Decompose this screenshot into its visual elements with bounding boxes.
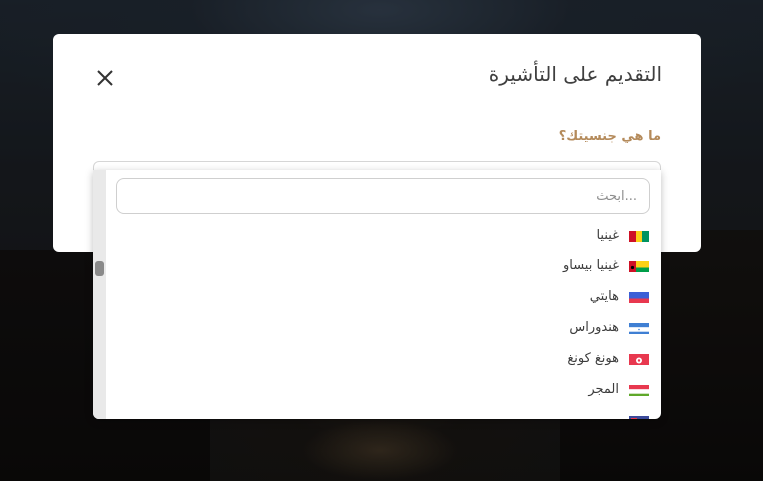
guinea-bissau-flag-icon [629, 259, 649, 272]
list-item[interactable]: هايتي [106, 281, 661, 311]
list-item-partial[interactable] [106, 405, 661, 419]
partial-flag-icon [629, 414, 649, 419]
option-label: هونغ كونغ [567, 350, 619, 366]
list-item[interactable]: هندوراس [106, 312, 661, 342]
close-button[interactable] [95, 68, 115, 88]
honduras-flag-icon [629, 321, 649, 334]
option-label: المجر [588, 381, 619, 397]
search-input[interactable] [116, 178, 650, 214]
option-label: غينيا [596, 227, 619, 243]
nationality-dropdown: غينيا غينيا بيساو هايتي [93, 170, 661, 419]
guinea-flag-icon [629, 229, 649, 242]
list-item[interactable]: غينيا بيساو [106, 250, 661, 280]
list-item[interactable]: المجر [106, 374, 661, 404]
close-icon [97, 70, 113, 86]
scrollbar-thumb[interactable] [95, 261, 104, 276]
modal-title: التقديم على التأشيرة [488, 62, 662, 86]
list-item[interactable]: هونغ كونغ [106, 343, 661, 373]
option-label: هايتي [589, 288, 619, 304]
list-item[interactable]: غينيا [106, 220, 661, 250]
hong-kong-flag-icon [629, 352, 649, 365]
option-label: غينيا بيساو [562, 257, 619, 273]
hungary-flag-icon [629, 383, 649, 396]
dropdown-scrollbar[interactable] [93, 170, 106, 419]
nationality-label: ما هي جنسيتك؟ [558, 129, 661, 144]
option-label: هندوراس [569, 319, 619, 335]
haiti-flag-icon [629, 290, 649, 303]
